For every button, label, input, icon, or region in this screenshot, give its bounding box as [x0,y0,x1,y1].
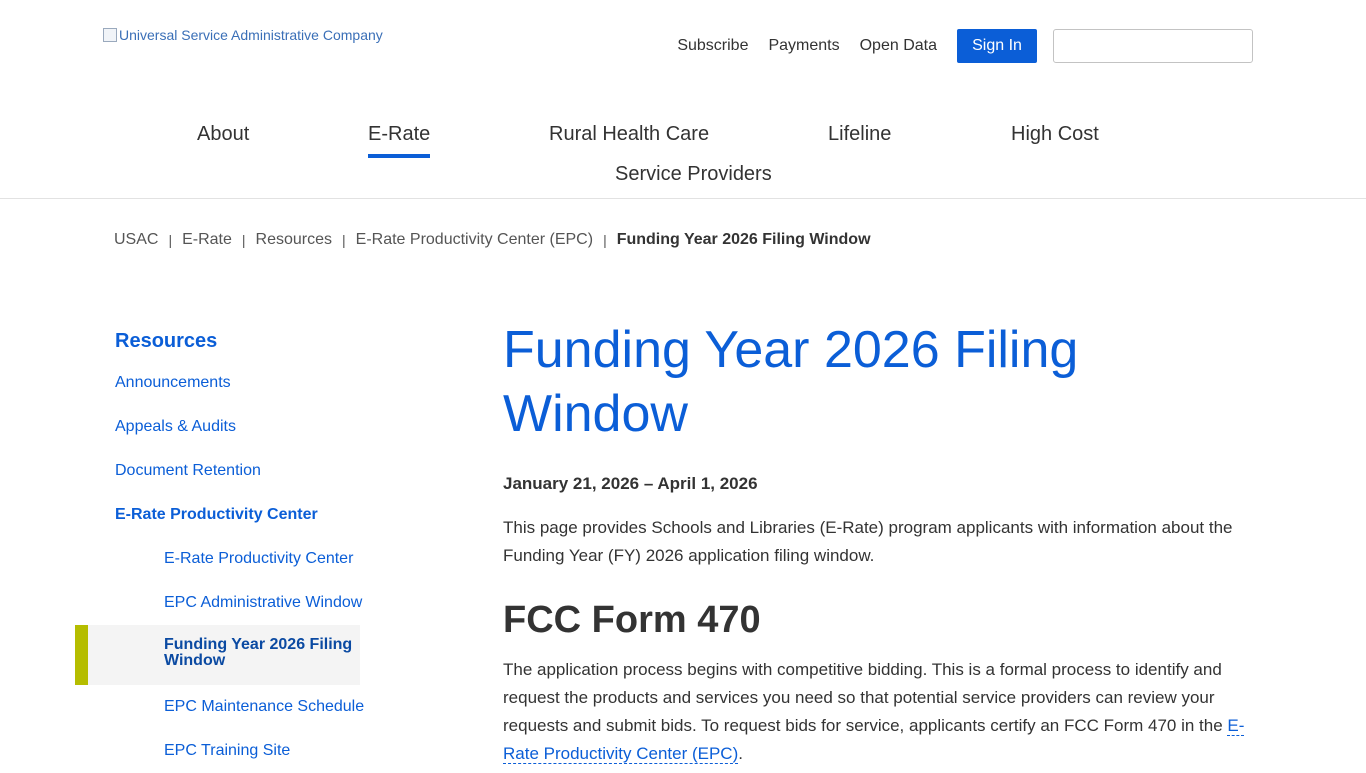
page-title: Funding Year 2026 Filing Window [503,321,1079,443]
breadcrumb-e-rate[interactable]: E-Rate [182,231,232,249]
breadcrumb-separator: | [342,232,346,248]
header-divider [0,198,1366,199]
breadcrumb-separator: | [168,232,173,248]
sidebar-subitem-epc-maintenance-schedule[interactable]: EPC Maintenance Schedule [75,685,375,729]
active-marker [75,625,88,685]
sidebar-nav: Resources Announcements Appeals & Audits… [75,325,375,773]
intro-paragraph: This page provides Schools and Libraries… [503,518,1233,565]
filing-window-dates: January 21, 2026 – April 1, 2026 [503,474,758,493]
sidebar-item-announcements[interactable]: Announcements [75,361,375,405]
section-paragraph: The application process begins with comp… [503,656,1263,768]
sidebar-item-e-rate-productivity-center[interactable]: E-Rate Productivity Center [75,493,375,537]
sidebar-subitem-active-label: Funding Year 2026 Filing Window [164,636,353,669]
breadcrumb-epc[interactable]: E-Rate Productivity Center (EPC) [356,231,593,249]
sidebar-item-appeals-audits[interactable]: Appeals & Audits [75,405,375,449]
nav-item-high-cost[interactable]: High Cost [1011,120,1099,148]
breadcrumb-current: Funding Year 2026 Filing Window [616,231,871,248]
main-content: Funding Year 2026 Filing Window January … [503,318,1263,768]
nav-item-lifeline[interactable]: Lifeline [828,120,891,148]
sign-in-button[interactable]: Sign In [957,29,1037,63]
broken-image-icon [103,28,117,42]
section-text-end: . [738,744,743,763]
subscribe-link[interactable]: Subscribe [677,29,748,63]
breadcrumb-resources[interactable]: Resources [256,231,332,249]
sidebar-subitem-epc-training-site[interactable]: EPC Training Site [75,729,375,773]
section-heading-fcc-form-470: FCC Form 470 [503,599,761,641]
logo-alt-text: Universal Service Administrative Company [119,27,383,43]
sidebar-subitem-active[interactable]: Funding Year 2026 Filing Window [75,625,360,685]
usac-logo[interactable]: Universal Service Administrative Company [103,27,383,43]
breadcrumb-separator: | [603,232,607,248]
sidebar-subitem-epc[interactable]: E-Rate Productivity Center [75,537,375,581]
nav-item-rural-health-care[interactable]: Rural Health Care [549,120,709,148]
sidebar-title: Resources [115,330,218,352]
search-input[interactable] [1053,29,1253,63]
open-data-link[interactable]: Open Data [860,29,937,63]
breadcrumb-usac[interactable]: USAC [114,231,158,249]
sidebar-subitem-epc-administrative-window[interactable]: EPC Administrative Window [75,581,375,625]
sidebar-item-document-retention[interactable]: Document Retention [75,449,375,493]
payments-link[interactable]: Payments [768,29,839,63]
breadcrumb: USAC | E-Rate | Resources | E-Rate Produ… [114,231,871,249]
utility-nav: Subscribe Payments Open Data Sign In [677,29,1253,63]
breadcrumb-separator: | [241,232,246,248]
nav-item-about[interactable]: About [197,120,249,148]
section-text: The application process begins with comp… [503,660,1228,735]
nav-item-e-rate[interactable]: E-Rate [368,120,431,158]
nav-item-service-providers[interactable]: Service Providers [615,160,772,188]
main-nav: About E-Rate Rural Health Care Lifeline … [0,120,1366,200]
